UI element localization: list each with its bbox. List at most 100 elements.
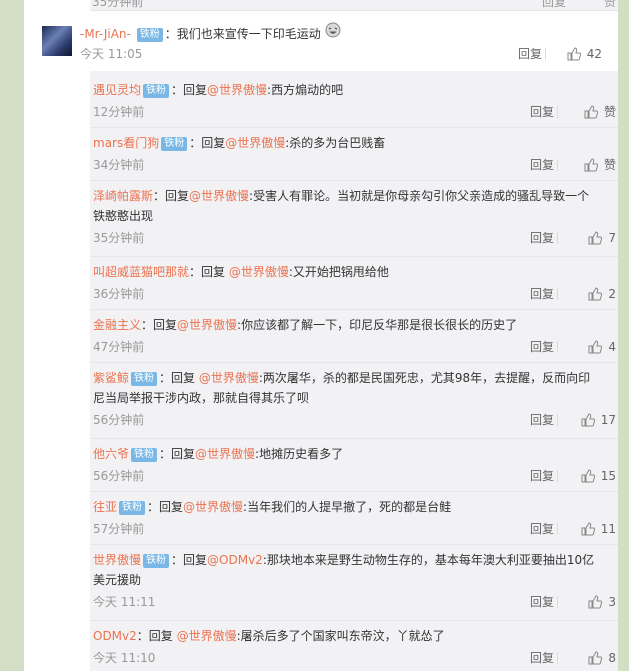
like-count: 3 xyxy=(608,595,616,609)
like-count: 7 xyxy=(608,231,616,245)
reply-prefix: ：回复 xyxy=(147,500,184,514)
reply-meta: 56分钟前 回复 15 xyxy=(93,466,616,486)
reply-button[interactable]: 回复 xyxy=(530,102,554,122)
comment-text: ：我们也来宣传一下印毛运动 xyxy=(164,27,321,41)
reply-button[interactable]: 回复 xyxy=(530,519,554,539)
reply-time: 35分钟前 xyxy=(93,231,145,245)
reply-text: :受害人有罪论。当初就是你母亲勾引你父亲造成的骚乱导致一个 xyxy=(249,189,590,203)
like-button[interactable]: 2 xyxy=(558,284,616,304)
comment-meta: 今天 11:05 回复 42 xyxy=(80,44,602,64)
reply-button[interactable]: 回复 xyxy=(530,592,554,612)
fan-badge[interactable]: 铁粉 xyxy=(119,501,146,515)
reply-item: 遇见灵均 铁粉 ：回复@世界傲慢:西方煽动的吧 12分钟前 回复 赞 xyxy=(90,75,618,128)
reply-time: 57分钟前 xyxy=(93,522,145,536)
comment-username[interactable]: -Mr-JiAn- xyxy=(80,27,131,41)
mention-link[interactable]: @世界傲慢 xyxy=(225,136,285,150)
reply-username[interactable]: ODMv2 xyxy=(93,629,137,643)
thumb-up-icon xyxy=(588,231,603,245)
avatar[interactable] xyxy=(42,26,72,56)
fan-badge[interactable]: 铁粉 xyxy=(143,84,170,98)
like-button[interactable]: 11 xyxy=(558,519,616,539)
like-count: 11 xyxy=(600,522,616,536)
reply-username[interactable]: 往亚 xyxy=(93,500,117,514)
reply-prefix: ：回复 xyxy=(153,189,190,203)
mention-link[interactable]: @ODMv2 xyxy=(207,553,263,567)
reply-username[interactable]: 金融主义 xyxy=(93,318,141,332)
reply-time: 34分钟前 xyxy=(93,158,145,172)
reply-meta: 56分钟前 回复 17 xyxy=(93,410,616,430)
reply-username[interactable]: 紫鲨鲸 xyxy=(93,371,129,385)
thumb-up-icon xyxy=(588,287,603,301)
reply-text: :两次屠华，杀的都是民国死忠，尤其98年，去提醒，反而向印 xyxy=(258,371,591,385)
reply-text-continued: 美元援助 xyxy=(93,573,142,587)
like-button[interactable]: 15 xyxy=(558,466,616,486)
reply-username[interactable]: 世界傲慢 xyxy=(93,553,141,567)
reply-button[interactable]: 回复 xyxy=(530,228,554,248)
reply-prefix: ：回复 xyxy=(189,136,226,150)
fan-badge[interactable]: 铁粉 xyxy=(161,137,188,151)
mention-link[interactable]: @世界傲慢 xyxy=(199,371,259,385)
previous-like-button[interactable]: 赞 xyxy=(604,0,616,10)
like-count: 15 xyxy=(600,469,616,483)
mention-link[interactable]: @世界傲慢 xyxy=(229,265,289,279)
mention-link[interactable]: @世界傲慢 xyxy=(177,318,237,332)
like-button[interactable]: 17 xyxy=(558,410,616,430)
like-button[interactable]: 3 xyxy=(558,592,616,612)
fan-badge[interactable]: 铁粉 xyxy=(131,372,158,386)
reply-time: 今天 11:11 xyxy=(93,595,156,609)
like-button[interactable]: 赞 xyxy=(558,102,616,122)
reply-button[interactable]: 回复 xyxy=(530,155,554,175)
page-edge xyxy=(618,0,629,671)
reply-text-continued: 尼当局举报干涉内政，那就自得其乐了呗 xyxy=(93,391,310,405)
like-count: 2 xyxy=(608,287,616,301)
mention-link[interactable]: @世界傲慢 xyxy=(177,629,237,643)
mention-link[interactable]: @世界傲慢 xyxy=(189,189,249,203)
reply-button[interactable]: 回复 xyxy=(530,284,554,304)
like-button[interactable]: 42 xyxy=(546,44,602,64)
thumb-up-icon xyxy=(581,469,595,483)
fan-badge[interactable]: 铁粉 xyxy=(143,554,170,568)
reply-button[interactable]: 回复 xyxy=(530,337,554,357)
reply-username[interactable]: 他六爷 xyxy=(93,447,129,461)
reply-item: 他六爷 铁粉 ：回复@世界傲慢:地摊历史看多了 56分钟前 回复 15 xyxy=(90,439,618,492)
mention-link[interactable]: @世界傲慢 xyxy=(183,500,243,514)
reply-text: :屠杀后多了个国家叫东帝汶，丫就怂了 xyxy=(236,629,445,643)
reply-text: :杀的多为台巴贱畜 xyxy=(285,136,386,150)
reply-time: 56分钟前 xyxy=(93,469,145,483)
reply-meta: 今天 11:11 回复 3 xyxy=(93,592,616,612)
reply-username[interactable]: 泽崎帕露斯 xyxy=(93,189,153,203)
previous-reply-button[interactable]: 回复 xyxy=(542,0,566,10)
reply-username[interactable]: mars看门狗 xyxy=(93,136,159,150)
reply-button[interactable]: 回复 xyxy=(530,648,554,668)
like-button[interactable]: 赞 xyxy=(558,155,616,175)
like-button[interactable]: 8 xyxy=(558,648,616,668)
previous-reply-strip: 35分钟前 回复 赞 xyxy=(90,0,618,11)
reply-text-continued: 铁憨憨出现 xyxy=(93,209,154,223)
mention-link[interactable]: @世界傲慢 xyxy=(195,447,255,461)
reply-button[interactable]: 回复 xyxy=(518,44,542,64)
reply-item: 金融主义：回复@世界傲慢:你应该都了解一下，印尼反华那是很长很长的历史了 47分钟… xyxy=(90,310,618,363)
like-count: 赞 xyxy=(603,105,616,119)
mention-link[interactable]: @世界傲慢 xyxy=(207,83,267,97)
thumb-up-icon xyxy=(584,105,599,119)
reply-meta: 47分钟前 回复 4 xyxy=(93,337,616,357)
like-button[interactable]: 4 xyxy=(558,337,616,357)
fan-badge[interactable]: 铁粉 xyxy=(136,28,163,42)
reply-meta: 36分钟前 回复 2 xyxy=(93,284,616,304)
reply-meta: 34分钟前 回复 赞 xyxy=(93,155,616,175)
reply-item: 世界傲慢 铁粉 ：回复@ODMv2:那块地本来是野生动物生存的，基本每年澳大利亚要抽… xyxy=(90,545,618,621)
reply-username[interactable]: 遇见灵均 xyxy=(93,83,141,97)
main-comment-body: -Mr-JiAn- 铁粉 ：我们也来宣传一下印毛运动 今天 11:05 回复 42 xyxy=(80,22,602,64)
thumb-up-icon xyxy=(588,340,603,354)
reply-button[interactable]: 回复 xyxy=(530,466,554,486)
reply-time: 12分钟前 xyxy=(93,105,145,119)
comment-time: 今天 11:05 xyxy=(80,47,143,61)
fan-badge[interactable]: 铁粉 xyxy=(131,448,158,462)
like-button[interactable]: 7 xyxy=(558,228,616,248)
reply-username[interactable]: 叫超威蓝猫吧那就 xyxy=(93,265,189,279)
reply-text: :又开始把锅甩给他 xyxy=(288,265,389,279)
like-count: 8 xyxy=(608,651,616,665)
reply-item: 往亚 铁粉 ：回复@世界傲慢:当年我们的人提早撤了，死的都是台鲑 57分钟前 回复 11 xyxy=(90,492,618,545)
thumb-up-icon xyxy=(581,413,595,427)
reply-button[interactable]: 回复 xyxy=(530,410,554,430)
